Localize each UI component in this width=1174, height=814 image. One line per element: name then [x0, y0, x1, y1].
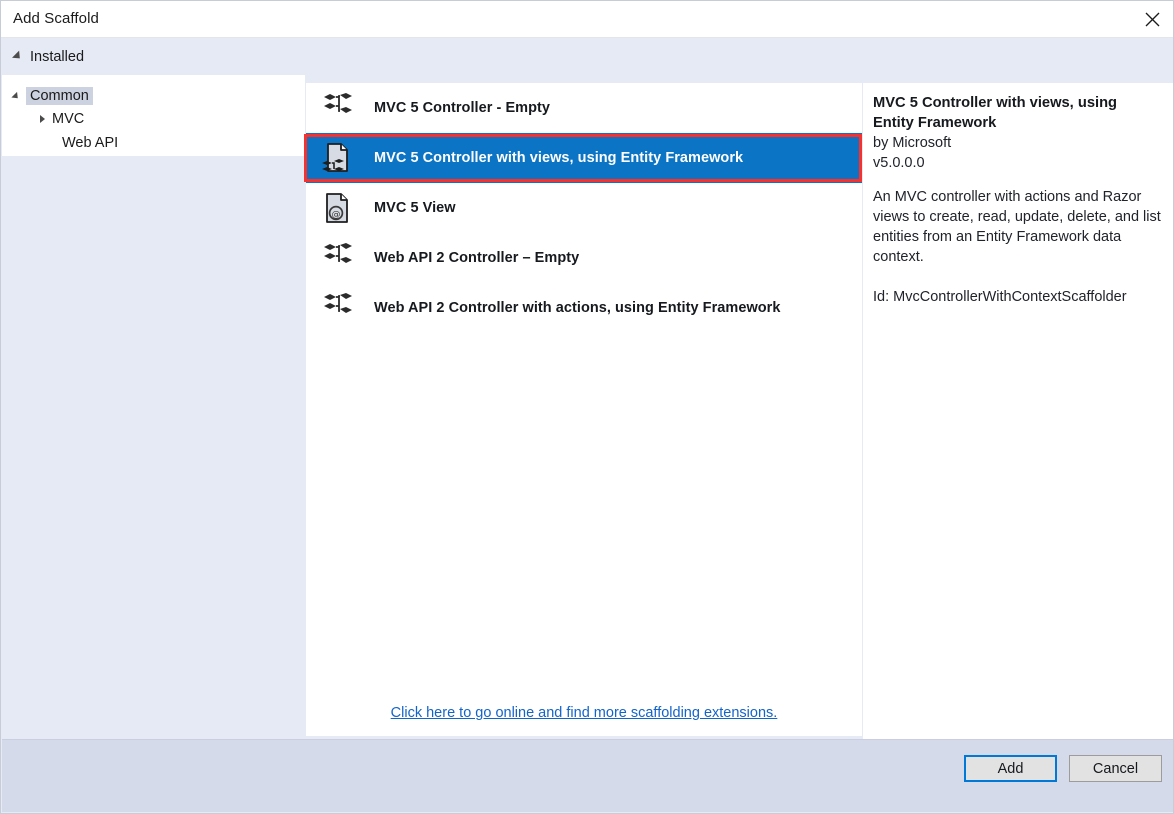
- detail-description: An MVC controller with actions and Razor…: [873, 187, 1161, 267]
- razor-view-icon: @: [320, 191, 354, 225]
- detail-title: MVC 5 Controller with views, using Entit…: [873, 93, 1161, 133]
- list-item-label: MVC 5 Controller with views, using Entit…: [374, 150, 743, 166]
- controller-icon: [320, 241, 354, 275]
- list-item-label: MVC 5 Controller - Empty: [374, 100, 550, 116]
- scaffold-category-tree: Common MVC Web API: [2, 75, 305, 156]
- chevron-down-icon: [11, 91, 20, 100]
- add-scaffold-dialog: Add Scaffold Installed Common MVC Web AP…: [0, 0, 1174, 814]
- list-item-label: Web API 2 Controller with actions, using…: [374, 300, 781, 316]
- installed-label: Installed: [30, 49, 84, 65]
- list-item[interactable]: Web API 2 Controller with actions, using…: [306, 283, 862, 333]
- tree-item-common-label: Common: [26, 87, 93, 105]
- chevron-right-icon: [40, 115, 45, 123]
- detail-id: Id: MvcControllerWithContextScaffolder: [873, 287, 1161, 307]
- detail-version: v5.0.0.0: [873, 153, 1161, 173]
- tree-item-common[interactable]: Common: [12, 85, 93, 107]
- controller-icon: [320, 91, 354, 125]
- svg-text:@: @: [332, 210, 341, 220]
- tree-item-mvc-label: MVC: [52, 111, 84, 127]
- close-icon: [1145, 12, 1160, 27]
- online-extensions-link[interactable]: Click here to go online and find more sc…: [391, 705, 778, 721]
- installed-section-toggle[interactable]: Installed: [12, 48, 84, 66]
- close-button[interactable]: [1129, 1, 1174, 37]
- installed-header-band: [2, 39, 1174, 75]
- page-title: Add Scaffold: [13, 10, 99, 27]
- tree-item-web-api-label: Web API: [62, 135, 118, 151]
- scaffold-list: MVC 5 Controller - Empty MVC 5 Controlle…: [306, 83, 862, 736]
- cancel-button[interactable]: Cancel: [1069, 755, 1162, 782]
- chevron-down-icon: [12, 51, 23, 62]
- controller-with-views-icon: [320, 141, 354, 175]
- list-item[interactable]: @ MVC 5 View: [306, 183, 862, 233]
- add-button[interactable]: Add: [964, 755, 1057, 782]
- detail-author: by Microsoft: [873, 133, 1161, 153]
- list-item[interactable]: Web API 2 Controller – Empty: [306, 233, 862, 283]
- tree-item-mvc[interactable]: MVC: [40, 108, 84, 130]
- online-extensions-link-container: Click here to go online and find more sc…: [306, 704, 862, 722]
- list-item-label: Web API 2 Controller – Empty: [374, 250, 579, 266]
- list-item[interactable]: MVC 5 Controller - Empty: [306, 83, 862, 133]
- dialog-footer: Add Cancel: [2, 739, 1174, 812]
- scaffold-details-panel: MVC 5 Controller with views, using Entit…: [863, 83, 1174, 741]
- title-bar: Add Scaffold: [1, 1, 1174, 38]
- list-item[interactable]: MVC 5 Controller with views, using Entit…: [306, 133, 862, 183]
- controller-icon: [320, 291, 354, 325]
- list-item-label: MVC 5 View: [374, 200, 456, 216]
- tree-item-web-api[interactable]: Web API: [62, 132, 118, 154]
